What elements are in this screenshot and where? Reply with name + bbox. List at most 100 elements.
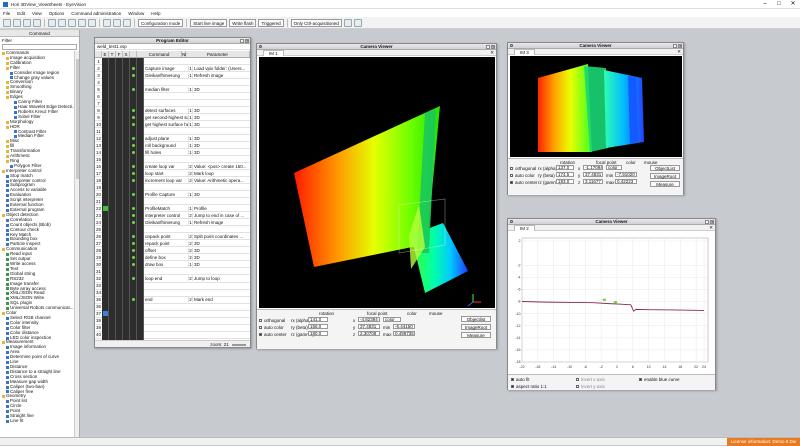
cut-icon[interactable] — [68, 18, 76, 27]
py-input[interactable]: 37,4831 — [358, 324, 380, 329]
flag-cell[interactable] — [130, 267, 137, 275]
flag-cell[interactable] — [130, 155, 137, 163]
flag-cell[interactable] — [137, 78, 144, 86]
camera-icon[interactable] — [343, 18, 352, 27]
status-indicator-icon[interactable] — [130, 85, 137, 93]
flag-cell[interactable] — [116, 303, 123, 311]
flag-cell[interactable] — [137, 155, 144, 163]
flag-cell[interactable] — [137, 253, 144, 261]
flag-cell[interactable] — [116, 253, 123, 261]
flag-cell[interactable] — [123, 211, 130, 219]
flag-cell[interactable] — [130, 282, 137, 290]
flag-cell[interactable] — [116, 162, 123, 170]
px-input[interactable]: -1,17094 — [583, 165, 603, 170]
status-indicator-icon[interactable] — [130, 134, 137, 142]
flag-cell[interactable] — [109, 275, 116, 282]
flag-cell[interactable] — [102, 260, 109, 268]
flag-cell[interactable] — [137, 64, 144, 72]
auto-color-checkbox[interactable] — [259, 326, 262, 329]
flag-cell[interactable] — [123, 183, 130, 191]
flag-cell[interactable] — [102, 120, 109, 128]
color-select[interactable]: color — [606, 165, 622, 170]
flag-cell[interactable] — [102, 317, 109, 325]
flag-cell[interactable] — [123, 162, 130, 170]
flag-cell[interactable] — [109, 183, 116, 191]
command-cell[interactable]: repack point — [144, 240, 189, 246]
measure-button[interactable]: Measure — [650, 181, 680, 187]
flag-cell[interactable] — [109, 289, 116, 297]
profile-plot[interactable]: -22 -18 -14 -10 -6 -2 2 6 10 14 18 22 24 2 -2 -4 -6 -8 -10… — [508, 232, 715, 373]
status-indicator-icon[interactable] — [130, 211, 137, 219]
flag-cell[interactable] — [116, 190, 123, 198]
flag-cell[interactable] — [137, 127, 144, 135]
flag-cell[interactable] — [137, 225, 144, 233]
flag-cell[interactable] — [123, 197, 130, 205]
flag-cell[interactable] — [137, 85, 144, 93]
objectlist-button[interactable]: ObjectList — [650, 165, 680, 171]
parameter-cell[interactable]: 3D — [193, 122, 250, 127]
flag-cell[interactable] — [102, 57, 109, 65]
auto-center-checkbox[interactable] — [259, 333, 262, 336]
undo-icon[interactable] — [48, 18, 56, 27]
flag-cell[interactable] — [123, 190, 130, 198]
flag-cell[interactable] — [109, 246, 116, 254]
flag-cell[interactable] — [137, 331, 144, 339]
status-indicator-icon[interactable] — [130, 239, 137, 247]
flag-cell[interactable] — [102, 71, 109, 79]
flag-cell[interactable] — [116, 134, 123, 142]
status-indicator-icon[interactable] — [130, 246, 137, 254]
flag-cell[interactable] — [137, 211, 144, 219]
start-live-image-button[interactable]: Start live image — [190, 18, 228, 27]
flag-cell[interactable] — [123, 127, 130, 135]
flag-cell[interactable] — [116, 246, 123, 254]
flag-cell[interactable] — [116, 331, 123, 339]
px-input[interactable]: -4,82394 — [358, 317, 380, 322]
flag-cell[interactable] — [109, 218, 116, 226]
flag-cell[interactable] — [137, 310, 144, 318]
flag-cell[interactable] — [137, 267, 144, 275]
flag-cell[interactable] — [116, 169, 123, 177]
maximize-button[interactable]: □ — [772, 0, 786, 9]
status-indicator-icon[interactable] — [130, 106, 137, 114]
flag-cell[interactable] — [116, 85, 123, 93]
flag-cell[interactable] — [123, 246, 130, 254]
parameter-cell[interactable]: 3D — [193, 241, 250, 246]
flag-cell[interactable] — [130, 197, 137, 205]
parameter-cell[interactable]: 3D — [193, 143, 250, 148]
flag-cell[interactable] — [130, 324, 137, 332]
flag-cell[interactable] — [123, 260, 130, 268]
flag-cell[interactable] — [109, 120, 116, 128]
menu-window[interactable]: Window — [128, 11, 144, 16]
flag-cell[interactable] — [116, 296, 123, 304]
window-close-button[interactable]: ✕ — [491, 45, 495, 49]
flag-cell[interactable] — [123, 85, 130, 93]
auto-color-checkbox[interactable] — [510, 174, 513, 177]
flag-cell[interactable] — [137, 275, 144, 282]
flag-cell[interactable] — [123, 134, 130, 142]
status-indicator-icon[interactable] — [130, 141, 137, 149]
flag-cell[interactable] — [123, 310, 130, 318]
status-indicator-icon[interactable] — [130, 148, 137, 156]
command-cell[interactable]: get highest surface hei... — [144, 121, 189, 127]
flag-cell[interactable] — [102, 303, 109, 311]
flag-cell[interactable] — [123, 275, 130, 282]
command-cell[interactable]: adjust plane — [144, 135, 189, 141]
flag-cell[interactable] — [102, 190, 109, 198]
tab-im3[interactable]: IM 3 — [514, 49, 535, 55]
flag-cell[interactable] — [137, 282, 144, 290]
flag-cell[interactable] — [130, 310, 137, 318]
flag-cell[interactable] — [123, 169, 130, 177]
flag-cell[interactable] — [102, 267, 109, 275]
pz-input[interactable]: 3,11677 — [583, 179, 603, 184]
flag-cell[interactable] — [123, 148, 130, 156]
status-indicator-icon[interactable] — [130, 64, 137, 72]
color-select[interactable]: color — [383, 317, 401, 322]
flag-cell[interactable] — [116, 64, 123, 72]
flag-cell[interactable] — [137, 183, 144, 191]
orthogonal-checkbox[interactable] — [510, 167, 513, 170]
menu-view[interactable]: View — [32, 11, 42, 16]
menu-edit[interactable]: Edit — [17, 11, 25, 16]
flag-cell[interactable] — [137, 324, 144, 332]
flag-cell[interactable] — [116, 183, 123, 191]
command-cell[interactable]: define box — [144, 254, 189, 260]
